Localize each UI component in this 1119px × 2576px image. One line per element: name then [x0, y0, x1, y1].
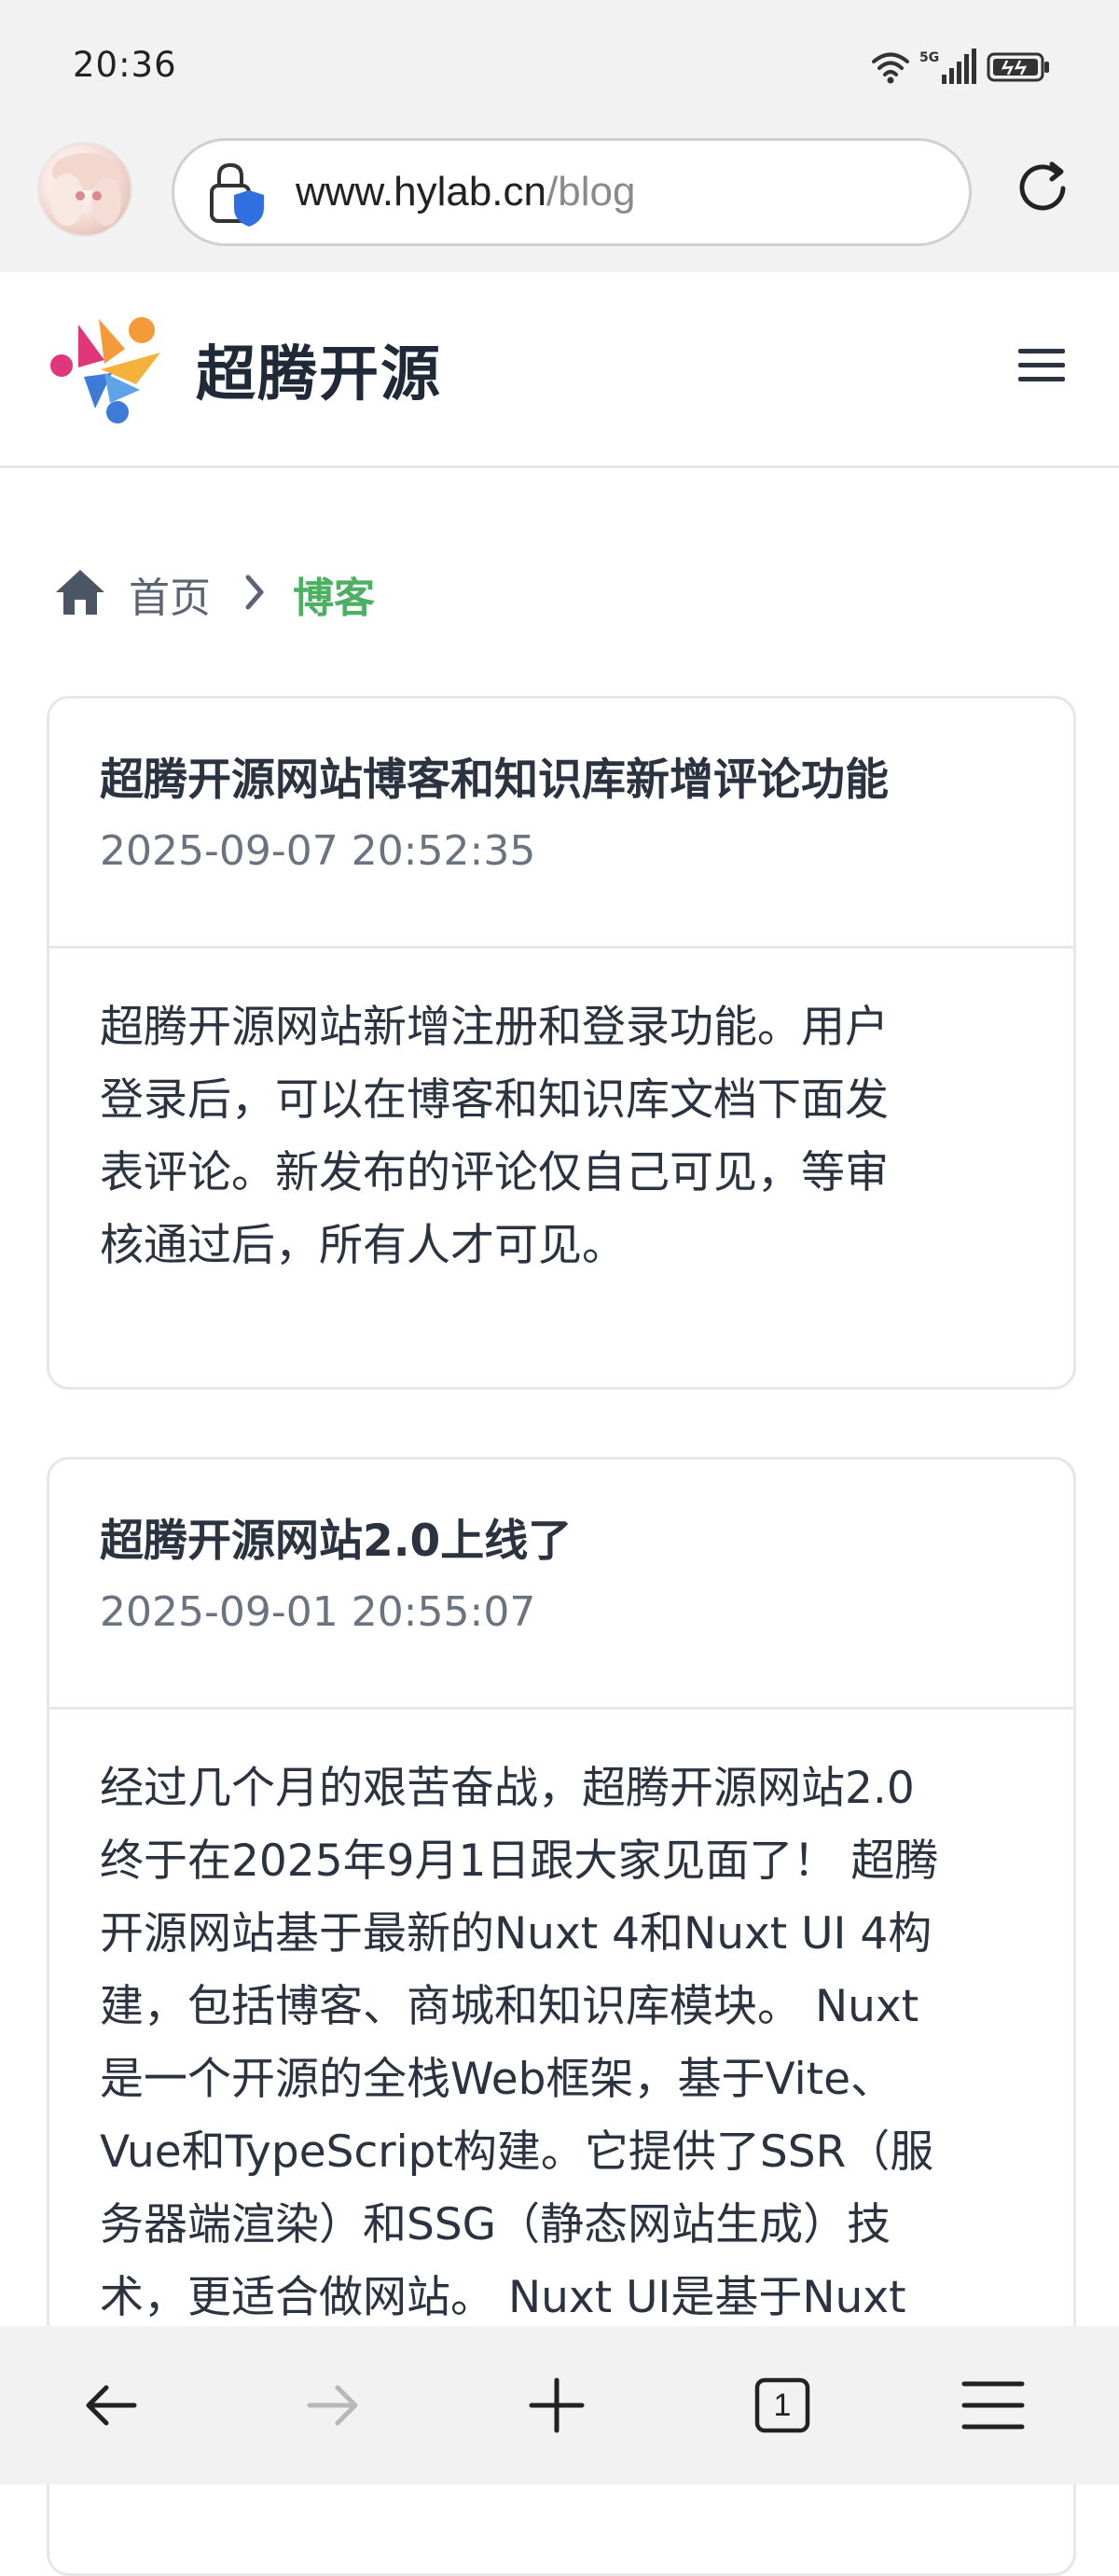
- menu-icon[interactable]: [1016, 345, 1067, 390]
- address-row: www.hylab.cn/blog: [0, 131, 1119, 272]
- url-host: www.hylab.cn: [296, 169, 547, 215]
- forward-icon[interactable]: [304, 2376, 362, 2438]
- site-header: 超腾开源: [0, 272, 1119, 468]
- post-excerpt: 超腾开源网站新增注册和登录功能。用户 登录后，可以在博客和知识库文档下面发 表评…: [49, 949, 1073, 1282]
- post-card-header: 超腾开源网站博客和知识库新增评论功能 2025-09-07 20:52:35: [49, 699, 1073, 949]
- breadcrumb-home[interactable]: 首页: [129, 564, 211, 624]
- breadcrumb: 首页 博客: [54, 565, 375, 623]
- logo[interactable]: [47, 312, 168, 431]
- status-icons: 5G: [871, 47, 1050, 88]
- url-path: /blog: [546, 169, 636, 215]
- avatar[interactable]: [37, 142, 132, 237]
- excerpt-line: 核通过后，所有人才可见。: [100, 1220, 626, 1271]
- tab-count: 1: [773, 2388, 792, 2423]
- url-text[interactable]: www.hylab.cn/blog: [296, 141, 635, 243]
- tabs-icon[interactable]: 1: [753, 2376, 811, 2434]
- post-title[interactable]: 超腾开源网站博客和知识库新增评论功能: [100, 751, 1023, 810]
- excerpt-line: 是一个开源的全栈Web框架，基于Vite、: [100, 2054, 894, 2105]
- site-name[interactable]: 超腾开源: [196, 326, 442, 412]
- home-icon[interactable]: [54, 566, 106, 622]
- battery-icon: [987, 51, 1050, 83]
- post-card-header: 超腾开源网站2.0上线了 2025-09-01 20:55:07: [49, 1460, 1073, 1710]
- status-bar: 20:36 5G: [0, 0, 1119, 131]
- browser-chrome: 20:36 5G www.hylab.cn/blog: [0, 0, 1119, 272]
- url-bar[interactable]: www.hylab.cn/blog: [172, 138, 972, 246]
- excerpt-line: 表评论。新发布的评论仅自己可见，等审: [100, 1147, 889, 1198]
- excerpt-line: 终于在2025年9月1日跟大家见面了！ 超腾: [100, 1835, 939, 1887]
- excerpt-line: 术，更适合做网站。 Nuxt UI是基于Nuxt: [100, 2272, 906, 2323]
- excerpt-line: 登录后，可以在博客和知识库文档下面发: [100, 1074, 889, 1126]
- post-excerpt: 经过几个月的艰苦奋战，超腾开源网站2.0 终于在2025年9月1日跟大家见面了！…: [49, 1710, 1073, 2334]
- menu-icon[interactable]: [960, 2376, 1026, 2438]
- excerpt-line: 超腾开源网站新增注册和登录功能。用户: [100, 1002, 889, 1053]
- excerpt-line: 建，包括博客、商城和知识库模块。 Nuxt: [100, 1981, 919, 2032]
- add-tab-icon[interactable]: [528, 2376, 586, 2438]
- status-time: 20:36: [73, 45, 177, 85]
- lock-icon[interactable]: [206, 161, 268, 232]
- excerpt-line: 经过几个月的艰苦奋战，超腾开源网站2.0: [100, 1763, 915, 1814]
- excerpt-line: 开源网站基于最新的Nuxt 4和Nuxt UI 4构: [100, 1908, 932, 1960]
- signal-icon: 5G: [919, 48, 977, 86]
- post-card[interactable]: 超腾开源网站博客和知识库新增评论功能 2025-09-07 20:52:35 超…: [47, 696, 1076, 1390]
- wifi-icon: [871, 50, 910, 84]
- reload-icon[interactable]: [1015, 159, 1074, 222]
- post-date: 2025-09-01 20:55:07: [100, 1588, 536, 1636]
- back-icon[interactable]: [82, 2376, 140, 2438]
- network-label: 5G: [919, 50, 939, 65]
- breadcrumb-current: 博客: [293, 575, 375, 622]
- chevron-right-icon: [244, 574, 265, 615]
- excerpt-line: Vue和TypeScript构建。它提供了SSR（服: [100, 2126, 934, 2178]
- bottom-nav: 1: [0, 2326, 1119, 2485]
- excerpt-line: 务器端渲染）和SSG（静态网站生成）技: [100, 2199, 891, 2251]
- post-title[interactable]: 超腾开源网站2.0上线了: [100, 1512, 1023, 1572]
- post-date: 2025-09-07 20:52:35: [100, 827, 536, 875]
